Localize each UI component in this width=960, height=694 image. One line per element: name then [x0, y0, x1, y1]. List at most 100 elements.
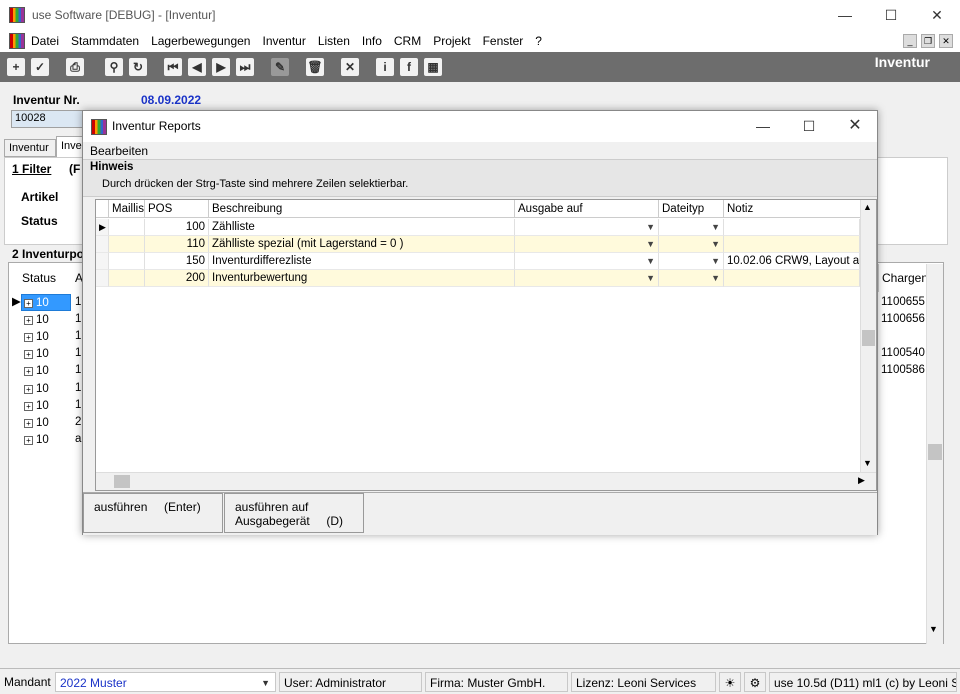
dialog-close-button[interactable]: ✕	[832, 111, 878, 141]
col-beschreibung[interactable]: Beschreibung	[209, 200, 515, 218]
menu-info[interactable]: Info	[356, 30, 388, 52]
row-maillist[interactable]	[109, 270, 145, 287]
print-icon[interactable]: ⎙	[66, 58, 84, 76]
menu-datei[interactable]: Datei	[25, 30, 65, 52]
col-notiz[interactable]: Notiz	[724, 200, 871, 218]
row-selector[interactable]	[96, 253, 109, 270]
row-selector[interactable]: ▶	[96, 219, 109, 236]
table-row[interactable]: +10	[21, 311, 71, 328]
col-dateityp[interactable]: Dateityp	[659, 200, 724, 218]
expand-icon[interactable]: +	[24, 435, 33, 445]
maximize-button[interactable]: ☐	[868, 0, 914, 30]
row-dateityp-select[interactable]: ▼	[659, 270, 724, 287]
minimize-button[interactable]: —	[822, 0, 868, 30]
row-maillist[interactable]	[109, 253, 145, 270]
row-ausgabe-select[interactable]: ▼	[515, 236, 659, 253]
close-button[interactable]: ✕	[914, 0, 960, 30]
hint-title: Hinweis	[90, 161, 134, 173]
check-icon[interactable]: ✓	[31, 58, 49, 76]
dialog-maximize-button[interactable]: ☐	[786, 111, 832, 141]
reports-hscroll-thumb[interactable]	[114, 475, 130, 488]
row-dateityp-select[interactable]: ▼	[659, 219, 724, 236]
reports-grid[interactable]: Maillist POS Beschreibung Ausgabe auf Da…	[95, 199, 877, 491]
table-row[interactable]: +10	[21, 380, 71, 397]
expand-icon[interactable]: +	[24, 384, 33, 394]
mdi-close-icon[interactable]: ✕	[939, 34, 953, 48]
table-row[interactable]: +10	[21, 294, 71, 311]
dialog-minimize-button[interactable]: —	[740, 111, 786, 141]
row-ausgabe-select[interactable]: ▼	[515, 219, 659, 236]
reports-vscrollbar[interactable]: ▲ ▼	[860, 200, 876, 472]
menu-stammdaten[interactable]: Stammdaten	[65, 30, 145, 52]
network-icon[interactable]: ⚙	[744, 672, 766, 692]
edit-icon[interactable]: ✎	[271, 58, 289, 76]
expand-icon[interactable]: +	[24, 367, 33, 377]
table-row[interactable]: +10	[21, 414, 71, 431]
expand-icon[interactable]: +	[24, 316, 33, 326]
refresh-icon[interactable]: ↻	[129, 58, 147, 76]
reports-vscroll-thumb[interactable]	[862, 330, 875, 346]
table-row[interactable]: +10	[21, 362, 71, 379]
menu-projekt[interactable]: Projekt	[427, 30, 476, 52]
expand-icon[interactable]: +	[24, 418, 33, 428]
scroll-down-icon[interactable]: ▼	[929, 624, 938, 634]
row-status: 10	[36, 399, 49, 412]
prev-record-icon[interactable]: ◀	[188, 58, 206, 76]
expand-icon[interactable]: +	[24, 333, 33, 343]
scroll-up-icon[interactable]: ▲	[863, 202, 872, 212]
positions-scroll-thumb[interactable]	[928, 444, 942, 460]
trash-icon[interactable]: 🗑	[306, 58, 324, 76]
first-record-icon[interactable]: ⏮	[164, 58, 182, 76]
tab-inventur[interactable]: Inventur	[4, 139, 56, 157]
col-pos[interactable]: POS	[145, 200, 209, 218]
facebook-icon[interactable]: f	[400, 58, 418, 76]
row-status: 10	[36, 382, 49, 395]
row-selector[interactable]	[96, 236, 109, 253]
menu-inventur[interactable]: Inventur	[256, 30, 311, 52]
add-icon[interactable]: +	[7, 58, 25, 76]
expand-icon[interactable]: +	[24, 350, 33, 360]
row-a: 1	[75, 347, 82, 360]
row-ausgabe-select[interactable]: ▼	[515, 270, 659, 287]
scroll-down-icon[interactable]: ▼	[863, 458, 872, 468]
row-chargen	[881, 380, 926, 397]
row-ausgabe-select[interactable]: ▼	[515, 253, 659, 270]
mdi-restore-icon[interactable]: ❐	[921, 34, 935, 48]
next-record-icon[interactable]: ▶	[212, 58, 230, 76]
row-selector[interactable]	[96, 270, 109, 287]
row-dateityp-select[interactable]: ▼	[659, 236, 724, 253]
menu-crm[interactable]: CRM	[388, 30, 427, 52]
mandant-select[interactable]: 2022 Muster ▼	[55, 672, 276, 692]
table-row[interactable]: +10	[21, 345, 71, 362]
info-icon[interactable]: i	[376, 58, 394, 76]
search-icon[interactable]: ⚲	[105, 58, 123, 76]
menu-fenster[interactable]: Fenster	[477, 30, 530, 52]
col-maillist[interactable]: Maillist	[109, 200, 145, 218]
window-title: use Software [DEBUG] - [Inventur]	[32, 8, 216, 22]
menu-lagerbewegungen[interactable]: Lagerbewegungen	[145, 30, 256, 52]
table-row[interactable]: +10	[21, 431, 71, 448]
run-on-device-button[interactable]: ausführen auf Ausgabegerät (D)	[224, 493, 364, 533]
row-dateityp-select[interactable]: ▼	[659, 253, 724, 270]
mdi-minimize-icon[interactable]: _	[903, 34, 917, 48]
col-ausgabe-auf[interactable]: Ausgabe auf	[515, 200, 659, 218]
scroll-right-icon[interactable]: ▶	[858, 475, 865, 486]
table-row[interactable]: +10	[21, 328, 71, 345]
menu-help[interactable]: ?	[529, 30, 548, 52]
row-maillist[interactable]	[109, 219, 145, 236]
expand-icon[interactable]: +	[24, 299, 33, 308]
dialog-menu-bearbeiten[interactable]: Bearbeiten	[90, 144, 148, 158]
expand-icon[interactable]: +	[24, 401, 33, 411]
table-row[interactable]: +10	[21, 397, 71, 414]
grid-icon[interactable]: ▦	[424, 58, 442, 76]
reports-hscrollbar[interactable]: ▶	[96, 472, 876, 490]
row-a: 1	[75, 330, 82, 343]
row-maillist[interactable]	[109, 236, 145, 253]
positions-scrollbar[interactable]: ▼	[926, 264, 943, 644]
inventur-nr-field[interactable]: 10028	[11, 110, 83, 128]
menu-listen[interactable]: Listen	[312, 30, 356, 52]
run-button[interactable]: ausführen (Enter)	[83, 493, 223, 533]
sun-icon[interactable]: ☀	[719, 672, 741, 692]
cancel-icon[interactable]: ✕	[341, 58, 359, 76]
last-record-icon[interactable]: ⏭	[236, 58, 254, 76]
